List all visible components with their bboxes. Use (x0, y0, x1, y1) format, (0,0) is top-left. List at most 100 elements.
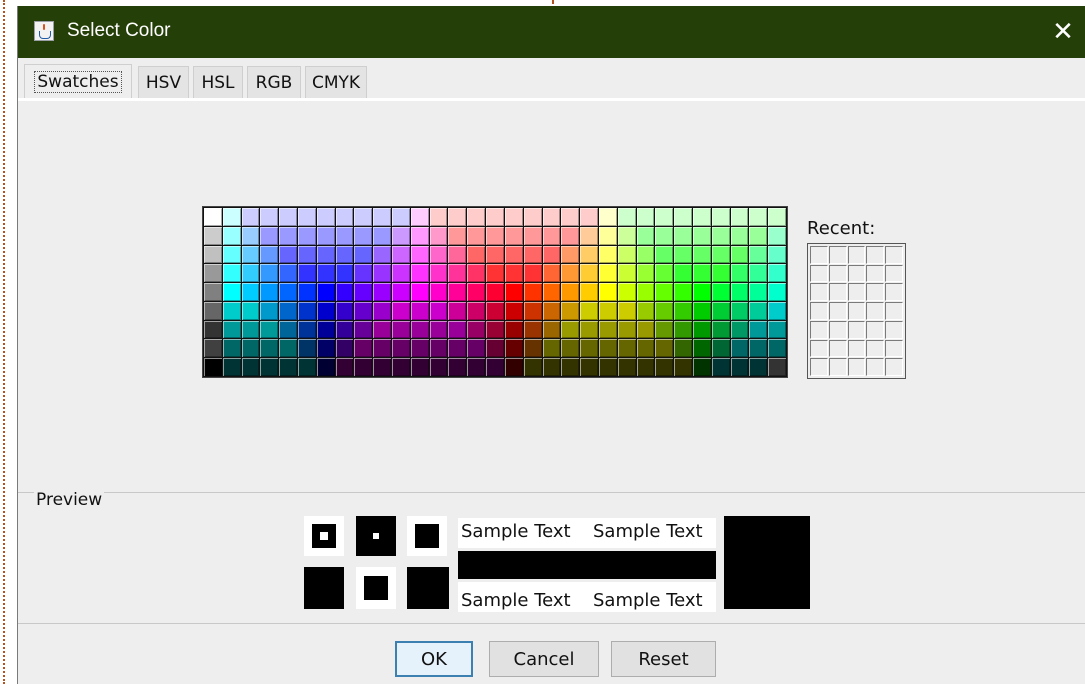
recent-swatch[interactable] (866, 246, 885, 264)
color-swatch[interactable] (598, 245, 617, 264)
color-swatch[interactable] (448, 245, 467, 264)
color-swatch[interactable] (580, 320, 598, 339)
color-swatch[interactable] (467, 339, 486, 358)
color-swatch[interactable] (768, 283, 786, 301)
color-swatch[interactable] (768, 264, 786, 283)
color-swatch[interactable] (523, 245, 542, 264)
color-swatch[interactable] (279, 208, 298, 226)
color-swatch[interactable] (354, 283, 373, 301)
color-swatch[interactable] (486, 264, 504, 283)
color-swatch[interactable] (392, 339, 410, 358)
color-swatch[interactable] (542, 208, 561, 226)
color-swatch[interactable] (617, 283, 636, 301)
color-swatch[interactable] (335, 208, 354, 226)
color-swatch[interactable] (392, 264, 410, 283)
color-swatch[interactable] (542, 283, 561, 301)
color-swatch[interactable] (448, 358, 467, 376)
ok-button[interactable]: OK (395, 641, 473, 677)
color-swatch[interactable] (542, 245, 561, 264)
color-swatch[interactable] (655, 320, 674, 339)
color-swatch[interactable] (448, 301, 467, 320)
color-swatch[interactable] (486, 339, 504, 358)
color-swatch[interactable] (486, 226, 504, 245)
color-swatch[interactable] (279, 283, 298, 301)
color-swatch[interactable] (354, 320, 373, 339)
color-swatch[interactable] (316, 339, 335, 358)
color-swatch[interactable] (504, 301, 523, 320)
color-swatch[interactable] (504, 283, 523, 301)
color-swatch[interactable] (354, 245, 373, 264)
color-swatch[interactable] (467, 283, 486, 301)
color-swatch[interactable] (222, 226, 241, 245)
color-swatch[interactable] (580, 358, 598, 376)
color-swatch[interactable] (335, 339, 354, 358)
color-swatch[interactable] (260, 264, 279, 283)
color-swatch[interactable] (429, 358, 448, 376)
color-swatch[interactable] (711, 320, 730, 339)
recent-swatch[interactable] (810, 302, 828, 320)
color-swatch[interactable] (617, 245, 636, 264)
color-swatch[interactable] (410, 226, 429, 245)
color-swatch[interactable] (429, 283, 448, 301)
color-swatch[interactable] (636, 245, 655, 264)
recent-swatch[interactable] (866, 283, 885, 302)
swatch-grid[interactable] (202, 206, 788, 378)
color-swatch[interactable] (730, 264, 749, 283)
recent-swatch[interactable] (885, 339, 903, 358)
color-swatch[interactable] (561, 339, 580, 358)
recent-swatch[interactable] (885, 264, 903, 283)
color-swatch[interactable] (448, 320, 467, 339)
color-swatch[interactable] (711, 264, 730, 283)
color-swatch[interactable] (655, 301, 674, 320)
color-swatch[interactable] (354, 339, 373, 358)
color-swatch[interactable] (410, 283, 429, 301)
recent-swatch[interactable] (885, 283, 903, 302)
recent-swatch[interactable] (828, 358, 847, 376)
color-swatch[interactable] (580, 264, 598, 283)
color-swatch[interactable] (222, 264, 241, 283)
color-swatch[interactable] (542, 358, 561, 376)
recent-swatch[interactable] (866, 320, 885, 339)
color-swatch[interactable] (279, 339, 298, 358)
color-swatch[interactable] (410, 339, 429, 358)
color-swatch[interactable] (222, 245, 241, 264)
color-swatch[interactable] (486, 245, 504, 264)
color-swatch[interactable] (316, 320, 335, 339)
recent-swatch[interactable] (847, 358, 866, 376)
color-swatch[interactable] (749, 208, 768, 226)
color-swatch[interactable] (580, 245, 598, 264)
color-swatch[interactable] (241, 245, 260, 264)
color-swatch[interactable] (467, 320, 486, 339)
color-swatch[interactable] (561, 283, 580, 301)
recent-swatch[interactable] (885, 358, 903, 376)
color-swatch[interactable] (298, 208, 316, 226)
color-swatch[interactable] (241, 301, 260, 320)
color-swatch[interactable] (204, 245, 222, 264)
color-swatch[interactable] (711, 358, 730, 376)
color-swatch[interactable] (598, 358, 617, 376)
color-swatch[interactable] (335, 283, 354, 301)
color-swatch[interactable] (467, 264, 486, 283)
color-swatch[interactable] (730, 208, 749, 226)
color-swatch[interactable] (561, 320, 580, 339)
recent-swatch[interactable] (847, 283, 866, 302)
color-swatch[interactable] (655, 226, 674, 245)
color-swatch[interactable] (298, 358, 316, 376)
color-swatch[interactable] (749, 226, 768, 245)
color-swatch[interactable] (542, 226, 561, 245)
tab-cmyk[interactable]: CMYK (305, 66, 367, 98)
color-swatch[interactable] (523, 301, 542, 320)
color-swatch[interactable] (392, 226, 410, 245)
recent-swatch[interactable] (810, 358, 828, 376)
color-swatch[interactable] (316, 226, 335, 245)
color-swatch[interactable] (692, 226, 711, 245)
recent-swatch[interactable] (810, 264, 828, 283)
color-swatch[interactable] (298, 226, 316, 245)
color-swatch[interactable] (768, 245, 786, 264)
color-swatch[interactable] (542, 301, 561, 320)
color-swatch[interactable] (354, 301, 373, 320)
recent-swatch[interactable] (810, 320, 828, 339)
color-swatch[interactable] (749, 301, 768, 320)
color-swatch[interactable] (561, 245, 580, 264)
color-swatch[interactable] (636, 320, 655, 339)
